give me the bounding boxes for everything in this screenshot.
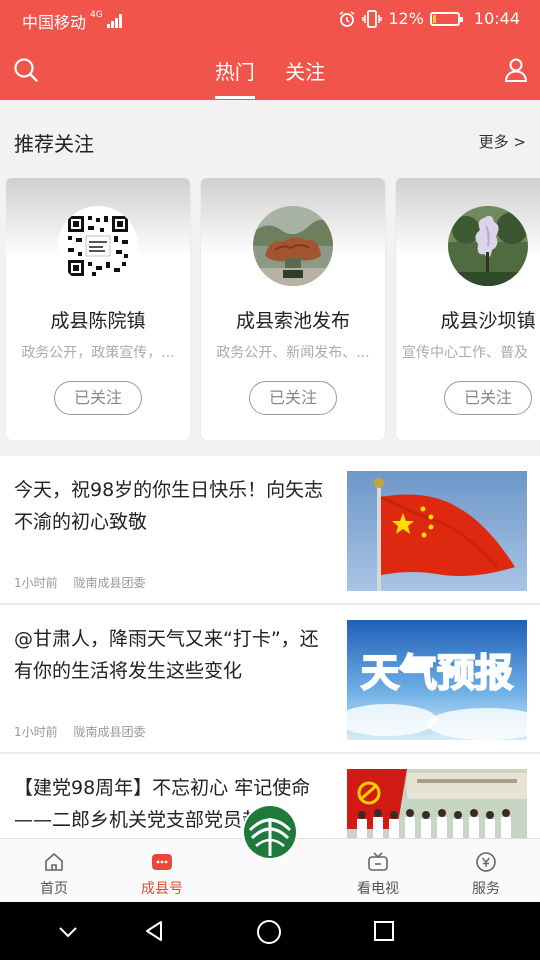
qr-code-avatar bbox=[58, 206, 138, 286]
user-icon[interactable] bbox=[502, 56, 530, 84]
card-name: 成县索池发布 bbox=[235, 310, 350, 332]
recommend-section: 推荐关注 更多 > 成县陈院镇 政务公开，政策宣传，... 已关注 成县索池发布… bbox=[0, 100, 540, 454]
news-meta: 1小时前 陇南成县团委 bbox=[14, 574, 157, 591]
alarm-icon bbox=[339, 10, 355, 27]
top-header: 热门 关注 bbox=[0, 38, 540, 100]
home-circle-icon[interactable] bbox=[256, 919, 282, 945]
header-tabs: 热门 关注 bbox=[0, 56, 540, 99]
card-desc: 宣传中心工作、普及 bbox=[402, 345, 528, 361]
nav-home-label: 首页 bbox=[40, 881, 68, 897]
hide-keyboard-icon[interactable] bbox=[56, 919, 80, 943]
news-time: 1小时前 bbox=[14, 725, 58, 739]
signal-icon bbox=[106, 14, 122, 28]
status-bar: 中国移动 4G 12% 10:44 bbox=[0, 0, 540, 38]
news-source: 陇南成县团委 bbox=[73, 725, 146, 739]
recommend-title: 推荐关注 bbox=[14, 132, 94, 156]
flag-thumbnail bbox=[347, 471, 527, 591]
carrier-label: 中国移动 bbox=[22, 13, 87, 32]
network-label: 4G bbox=[90, 10, 103, 20]
news-item[interactable]: 今天，祝98岁的你生日快乐！向矢志不渝的初心致敬 1小时前 陇南成县团委 bbox=[0, 456, 540, 604]
back-icon[interactable] bbox=[142, 919, 166, 943]
recommend-card[interactable]: 成县索池发布 政务公开、新闻发布、... 已关注 bbox=[201, 178, 385, 440]
tab-follow[interactable]: 关注 bbox=[285, 56, 325, 99]
news-source: 陇南成县团委 bbox=[73, 576, 146, 590]
vibrate-icon bbox=[362, 9, 383, 28]
party-thumbnail bbox=[347, 769, 527, 844]
home-icon bbox=[45, 853, 63, 871]
weather-forecast-text: 天气预报 bbox=[361, 651, 513, 695]
card-desc: 政务公开、新闻发布、... bbox=[216, 345, 370, 361]
news-item[interactable]: @甘肃人，降雨天气又来“打卡”，还有你的生活将发生这些变化 1小时前 陇南成县团… bbox=[0, 605, 540, 753]
recommend-cards: 成县陈院镇 政务公开，政策宣传，... 已关注 成县索池发布 政务公开、新闻发布… bbox=[6, 178, 540, 440]
news-meta: 1小时前 陇南成县团委 bbox=[14, 723, 157, 740]
tab-hot[interactable]: 热门 bbox=[214, 56, 255, 99]
followed-button[interactable]: 已关注 bbox=[444, 381, 532, 415]
battery-percent: 12% bbox=[388, 9, 424, 28]
news-time: 1小时前 bbox=[14, 576, 58, 590]
news-title: 今天，祝98岁的你生日快乐！向矢志不渝的初心致敬 bbox=[14, 479, 324, 533]
nav-chengxian[interactable]: 成县号 bbox=[112, 839, 212, 903]
card-name: 成县陈院镇 bbox=[50, 310, 146, 332]
followed-button[interactable]: 已关注 bbox=[249, 381, 337, 415]
recents-icon[interactable] bbox=[372, 919, 396, 943]
clock: 10:44 bbox=[473, 9, 520, 28]
nav-tv[interactable]: 看电视 bbox=[328, 839, 428, 903]
battery-icon bbox=[429, 11, 463, 26]
tv-icon bbox=[368, 852, 388, 871]
center-logo-button[interactable] bbox=[242, 804, 298, 860]
flower-tree-avatar bbox=[448, 206, 528, 286]
rock-garden-avatar bbox=[253, 206, 333, 286]
news-title: @甘肃人，降雨天气又来“打卡”，还有你的生活将发生这些变化 bbox=[14, 628, 319, 682]
app-logo-icon bbox=[244, 806, 296, 858]
nav-chengxian-label: 成县号 bbox=[141, 881, 183, 897]
system-nav-bar bbox=[0, 902, 540, 960]
card-desc: 政务公开，政策宣传，... bbox=[21, 345, 175, 361]
more-link[interactable]: 更多 > bbox=[479, 131, 526, 152]
nav-service[interactable]: 服务 bbox=[436, 839, 536, 903]
nav-home[interactable]: 首页 bbox=[4, 839, 104, 903]
recommend-card[interactable]: 成县沙坝镇 宣传中心工作、普及 已关注 bbox=[396, 178, 540, 440]
card-name: 成县沙坝镇 bbox=[440, 310, 536, 332]
recommend-card[interactable]: 成县陈院镇 政务公开，政策宣传，... 已关注 bbox=[6, 178, 190, 440]
chat-icon bbox=[152, 854, 172, 870]
weather-thumbnail: 天气预报 bbox=[347, 620, 527, 740]
nav-tv-label: 看电视 bbox=[357, 881, 399, 897]
followed-button[interactable]: 已关注 bbox=[54, 381, 142, 415]
nav-service-label: 服务 bbox=[472, 881, 500, 897]
service-icon bbox=[476, 852, 496, 872]
